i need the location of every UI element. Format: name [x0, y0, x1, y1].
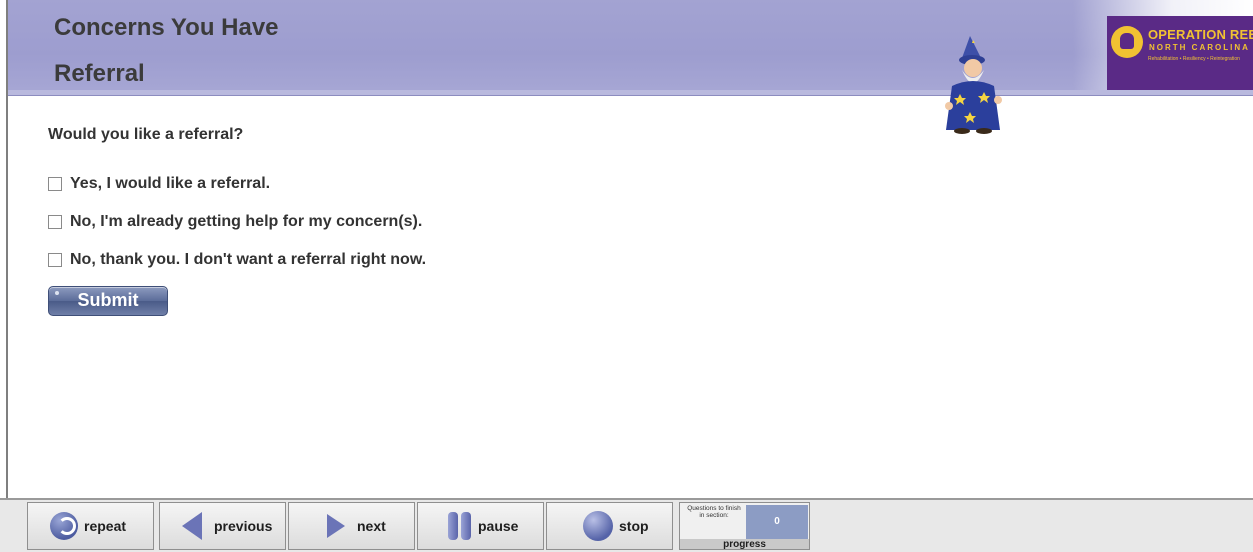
- logo-line-3: Rehabilitation • Resiliency • Reintegrat…: [1148, 56, 1240, 62]
- logo-line-2: NORTH CAROLINA: [1149, 43, 1250, 52]
- checkbox[interactable]: [48, 177, 62, 191]
- stop-button[interactable]: stop: [546, 502, 673, 550]
- next-arrow-icon: [327, 514, 345, 538]
- repeat-icon: [50, 512, 78, 540]
- questions-remaining-count: 0: [746, 505, 808, 539]
- page-title: Referral: [54, 60, 145, 87]
- stop-label: stop: [619, 518, 649, 534]
- option-label: No, I'm already getting help for my conc…: [70, 213, 423, 230]
- option-already-getting-help[interactable]: No, I'm already getting help for my conc…: [48, 213, 422, 231]
- previous-label: previous: [214, 518, 273, 534]
- header-divider: [8, 90, 1253, 96]
- previous-arrow-icon: [182, 512, 202, 540]
- stop-icon: [583, 511, 613, 541]
- pause-icon: [448, 512, 472, 540]
- option-label: Yes, I would like a referral.: [70, 175, 271, 192]
- next-button[interactable]: next: [288, 502, 415, 550]
- next-label: next: [357, 518, 386, 534]
- option-yes-referral[interactable]: Yes, I would like a referral.: [48, 175, 270, 193]
- pause-label: pause: [478, 518, 519, 534]
- pause-button[interactable]: pause: [417, 502, 544, 550]
- progress-label: progress: [680, 539, 809, 550]
- operation-reentry-logo: OPERATION REENTRY NORTH CAROLINA Rehabil…: [1107, 16, 1253, 90]
- progress-panel: Questions to finish in section: 0 progre…: [679, 502, 810, 550]
- logo-emblem-icon: [1111, 26, 1143, 58]
- checkbox[interactable]: [48, 215, 62, 229]
- section-title: Concerns You Have: [54, 14, 279, 41]
- option-no-referral[interactable]: No, thank you. I don't want a referral r…: [48, 251, 426, 269]
- repeat-button[interactable]: repeat: [27, 502, 154, 550]
- question-prompt: Would you like a referral?: [48, 126, 244, 143]
- left-frame-border: [0, 0, 8, 552]
- submit-button[interactable]: Submit: [48, 286, 168, 316]
- option-label: No, thank you. I don't want a referral r…: [70, 251, 427, 268]
- questions-remaining-label: Questions to finish in section:: [687, 505, 741, 519]
- logo-line-1: OPERATION REENTRY: [1148, 27, 1253, 42]
- checkbox[interactable]: [48, 253, 62, 267]
- repeat-label: repeat: [84, 518, 127, 534]
- wizard-character: [945, 36, 1002, 134]
- previous-button[interactable]: previous: [159, 502, 286, 550]
- bottom-toolbar: repeat previous next pause stop Question…: [0, 498, 1253, 552]
